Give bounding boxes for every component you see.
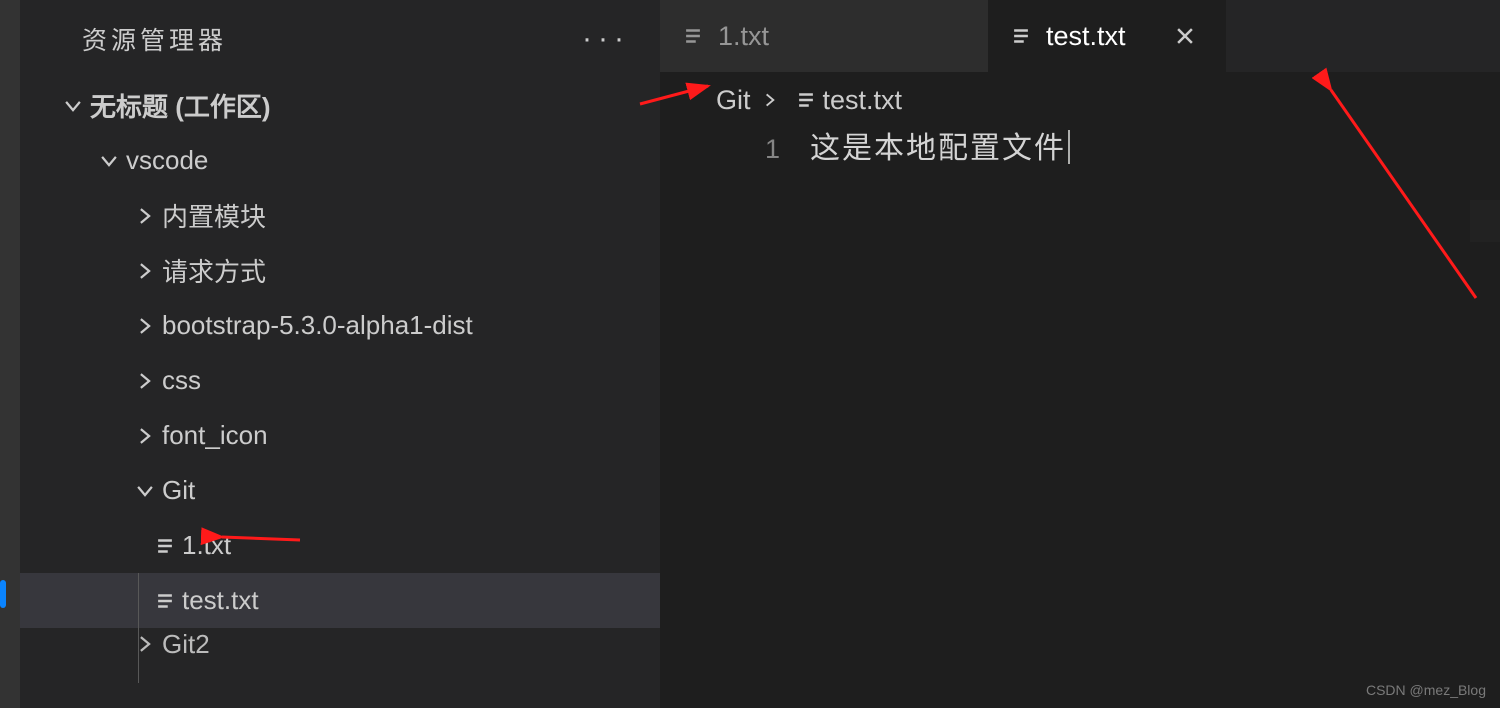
- chevron-right-icon: [128, 260, 162, 282]
- tab-label: 1.txt: [718, 21, 769, 52]
- tab-file-active[interactable]: test.txt: [988, 0, 1226, 72]
- folder-item[interactable]: Git2: [20, 628, 660, 660]
- folder-item[interactable]: 请求方式: [20, 243, 660, 298]
- editor-tabs: 1.txt test.txt: [660, 0, 1500, 72]
- explorer-sidebar: 资源管理器 ··· 无标题 (工作区) vscode 内置模块 请求方式: [20, 0, 660, 708]
- chevron-right-icon: [128, 315, 162, 337]
- chevron-down-icon: [92, 150, 126, 172]
- chevron-right-icon: [128, 633, 162, 655]
- folder-label: vscode: [126, 145, 208, 176]
- folder-label: Git2: [162, 629, 210, 660]
- text-file-icon: [1010, 25, 1032, 47]
- folder-item[interactable]: bootstrap-5.3.0-alpha1-dist: [20, 298, 660, 353]
- folder-label: 请求方式: [162, 252, 266, 289]
- editor-area: Git test.txt 1 这是本地配置文件: [660, 72, 1500, 708]
- chevron-down-icon: [128, 480, 162, 502]
- line-text: 这是本地配置文件: [810, 132, 1066, 165]
- breadcrumb-folder: Git: [716, 85, 751, 116]
- tab-label: test.txt: [1046, 21, 1126, 52]
- close-icon[interactable]: [1174, 25, 1196, 47]
- text-file-icon: [148, 590, 182, 612]
- editor-content[interactable]: 这是本地配置文件: [810, 128, 1070, 170]
- text-file-icon: [795, 89, 817, 111]
- folder-vscode[interactable]: vscode: [20, 133, 660, 188]
- chevron-right-icon: [128, 425, 162, 447]
- workspace-root[interactable]: 无标题 (工作区): [20, 78, 660, 133]
- tab-file[interactable]: 1.txt: [660, 0, 988, 72]
- folder-item[interactable]: css: [20, 353, 660, 408]
- folder-item[interactable]: 内置模块: [20, 188, 660, 243]
- folder-label: css: [162, 365, 201, 396]
- folder-label: 内置模块: [162, 197, 266, 234]
- chevron-right-icon: [128, 205, 162, 227]
- folder-label: bootstrap-5.3.0-alpha1-dist: [162, 310, 473, 341]
- breadcrumb[interactable]: Git test.txt: [660, 72, 1500, 128]
- folder-label: Git: [162, 475, 195, 506]
- file-item[interactable]: 1.txt: [20, 518, 660, 573]
- explorer-title: 资源管理器: [82, 21, 227, 57]
- chevron-down-icon: [56, 95, 90, 117]
- watermark: CSDN @mez_Blog: [1366, 682, 1486, 698]
- file-tree: 无标题 (工作区) vscode 内置模块 请求方式 bootstrap-5.3…: [20, 78, 660, 660]
- breadcrumb-file: test.txt: [823, 85, 903, 116]
- file-label: 1.txt: [182, 530, 231, 561]
- activity-bar: [0, 0, 20, 708]
- file-item-selected[interactable]: test.txt: [20, 573, 660, 628]
- file-label: test.txt: [182, 585, 259, 616]
- chevron-right-icon: [761, 85, 779, 116]
- activity-bar-indicator: [0, 580, 6, 608]
- folder-git[interactable]: Git: [20, 463, 660, 518]
- workspace-name: 无标题 (工作区): [90, 87, 271, 124]
- editor-line[interactable]: 1 这是本地配置文件: [660, 128, 1500, 170]
- text-cursor: [1068, 130, 1070, 164]
- explorer-more-button[interactable]: ···: [582, 34, 630, 44]
- folder-label: font_icon: [162, 420, 268, 451]
- text-file-icon: [148, 535, 182, 557]
- chevron-right-icon: [128, 370, 162, 392]
- folder-item[interactable]: font_icon: [20, 408, 660, 463]
- line-number: 1: [660, 128, 810, 170]
- text-file-icon: [682, 25, 704, 47]
